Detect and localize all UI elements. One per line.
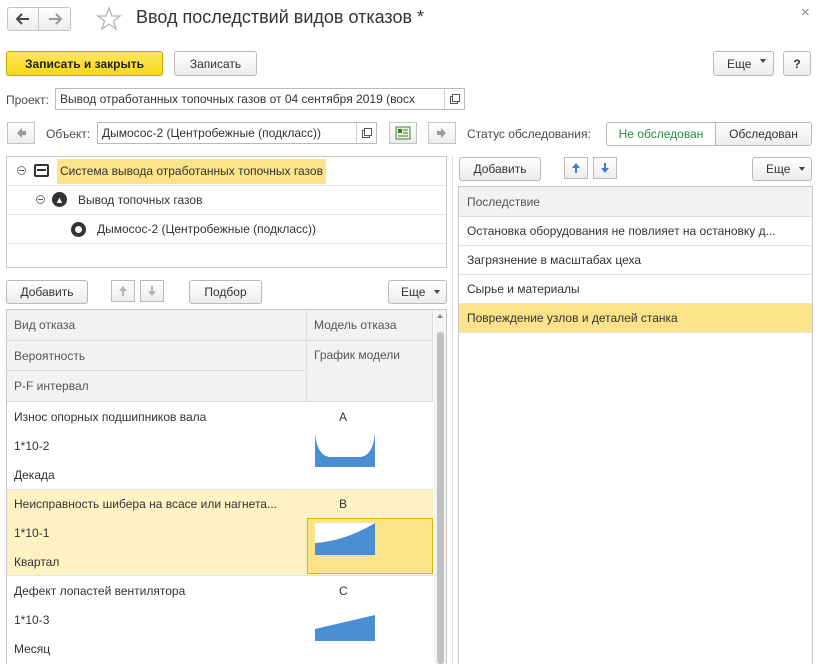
failure-type-cell: Износ опорных подшипников вала xyxy=(14,410,207,424)
arrow-left-icon xyxy=(17,128,26,138)
header-consequence[interactable]: Последствие xyxy=(459,187,812,217)
bathtub-curve-chart xyxy=(315,433,375,467)
failure-type-cell: Неисправность шибера на всасе или нагнет… xyxy=(14,497,277,511)
tree-item-object[interactable]: Дымосос-2 (Центробежные (подкласс)) xyxy=(7,215,446,244)
project-value: Вывод отработанных топочных газов от 04 … xyxy=(60,92,415,106)
forward-button[interactable] xyxy=(39,7,71,31)
list-item[interactable]: Остановка оборудования не повлияет на ос… xyxy=(459,217,812,246)
status-inspected-toggle[interactable]: Обследован xyxy=(715,122,812,146)
next-object-button[interactable] xyxy=(428,122,456,144)
object-field[interactable]: Дымосос-2 (Центробежные (подкласс)) xyxy=(97,122,377,144)
chevron-down-icon xyxy=(434,290,440,294)
system-icon xyxy=(34,164,49,177)
pf-interval-cell: Декада xyxy=(14,468,55,482)
tree-item-subsystem[interactable]: ▲ Вывод топочных газов xyxy=(7,186,446,215)
function-icon: ▲ xyxy=(52,192,67,207)
more-menu-button[interactable]: Еще xyxy=(713,51,774,76)
move-down-button[interactable] xyxy=(593,157,617,179)
move-up-button[interactable] xyxy=(111,280,135,302)
consequences-more-button[interactable]: Еще xyxy=(752,157,812,181)
window-title: Ввод последствий видов отказов * xyxy=(136,7,425,27)
header-model-chart[interactable]: График модели xyxy=(307,341,433,402)
object-icon xyxy=(71,222,86,237)
status-label: Статус обследования: xyxy=(467,127,591,141)
help-button[interactable]: ? xyxy=(783,51,811,76)
list-item-selected[interactable]: Повреждение узлов и деталей станка xyxy=(459,304,812,333)
panel-splitter[interactable] xyxy=(452,156,453,664)
arrow-up-icon xyxy=(572,163,580,173)
project-field[interactable]: Вывод отработанных топочных газов от 04 … xyxy=(55,88,465,110)
more-label: Еще xyxy=(401,285,426,299)
project-label: Проект: xyxy=(6,93,49,107)
chevron-down-icon xyxy=(799,167,805,171)
arrow-left-icon xyxy=(16,13,29,25)
arrow-right-icon xyxy=(437,128,446,138)
tree-item-label: Дымосос-2 (Центробежные (подкласс)) xyxy=(97,222,317,236)
grid-scrollbar[interactable] xyxy=(434,310,446,664)
object-value: Дымосос-2 (Центробежные (подкласс)) xyxy=(102,126,322,140)
save-button[interactable]: Записать xyxy=(174,51,257,76)
header-failure-model[interactable]: Модель отказа xyxy=(307,310,433,341)
failure-model-cell: A xyxy=(339,410,348,424)
select-button[interactable]: Подбор xyxy=(189,280,262,304)
collapse-circle-icon[interactable] xyxy=(36,195,45,204)
probability-cell: 1*10-3 xyxy=(14,613,50,627)
table-row[interactable]: Износ опорных подшипников вала A 1*10-2 … xyxy=(7,402,433,489)
probability-cell: 1*10-2 xyxy=(14,439,50,453)
arrow-down-icon xyxy=(601,163,609,173)
collapse-circle-icon[interactable] xyxy=(17,166,26,175)
scroll-up-icon[interactable] xyxy=(437,314,443,318)
arrow-right-icon xyxy=(48,13,62,25)
map-button[interactable] xyxy=(389,122,417,144)
header-probability[interactable]: Вероятность xyxy=(7,341,307,371)
add-failure-button[interactable]: Добавить xyxy=(6,280,88,304)
table-row[interactable]: Дефект лопастей вентилятора C 1*10-3 Мес… xyxy=(7,576,433,664)
prev-object-button[interactable] xyxy=(7,122,35,144)
pf-interval-cell: Квартал xyxy=(14,555,60,569)
failure-model-cell: B xyxy=(339,497,348,511)
open-object-button[interactable] xyxy=(356,123,376,143)
arrow-up-icon xyxy=(119,286,127,296)
failure-model-cell: C xyxy=(339,584,348,598)
back-button[interactable] xyxy=(7,7,39,31)
move-up-button[interactable] xyxy=(564,157,588,179)
move-down-button[interactable] xyxy=(140,280,164,302)
header-failure-type[interactable]: Вид отказа xyxy=(7,310,307,341)
save-and-close-button[interactable]: Записать и закрыть xyxy=(6,51,163,76)
favorite-button[interactable] xyxy=(96,6,122,32)
table-row-selected[interactable]: Неисправность шибера на всасе или нагнет… xyxy=(7,490,433,575)
object-label: Объект: xyxy=(46,127,91,141)
chevron-down-icon xyxy=(760,59,766,63)
arrow-down-icon xyxy=(148,286,156,296)
star-icon xyxy=(96,6,122,31)
open-project-button[interactable] xyxy=(444,89,464,109)
failure-type-cell: Дефект лопастей вентилятора xyxy=(14,584,186,598)
open-window-icon xyxy=(361,128,372,138)
probability-cell: 1*10-1 xyxy=(14,526,50,540)
close-icon[interactable]: × xyxy=(801,4,810,21)
tree-item-label: Вывод топочных газов xyxy=(78,193,203,207)
open-window-icon xyxy=(449,94,460,104)
failures-more-button[interactable]: Еще xyxy=(388,280,447,304)
list-item[interactable]: Загрязнение в масштабах цеха xyxy=(459,246,812,275)
more-label: Еще xyxy=(727,56,752,71)
header-pf-interval[interactable]: P-F интервал xyxy=(7,371,307,402)
scrollbar-thumb[interactable] xyxy=(437,332,444,664)
status-not-inspected-toggle[interactable]: Не обследован xyxy=(606,122,716,146)
tree-item-system[interactable]: Система вывода отработанных топочных газ… xyxy=(7,157,446,186)
pf-interval-cell: Месяц xyxy=(14,642,51,656)
linear-increase-chart xyxy=(315,615,375,641)
list-item[interactable]: Сырье и материалы xyxy=(459,275,812,304)
map-icon xyxy=(395,126,411,140)
increasing-curve-chart xyxy=(315,523,375,555)
tree-item-label: Система вывода отработанных топочных газ… xyxy=(57,159,326,184)
add-consequence-button[interactable]: Добавить xyxy=(459,157,541,181)
more-label: Еще xyxy=(766,162,791,176)
